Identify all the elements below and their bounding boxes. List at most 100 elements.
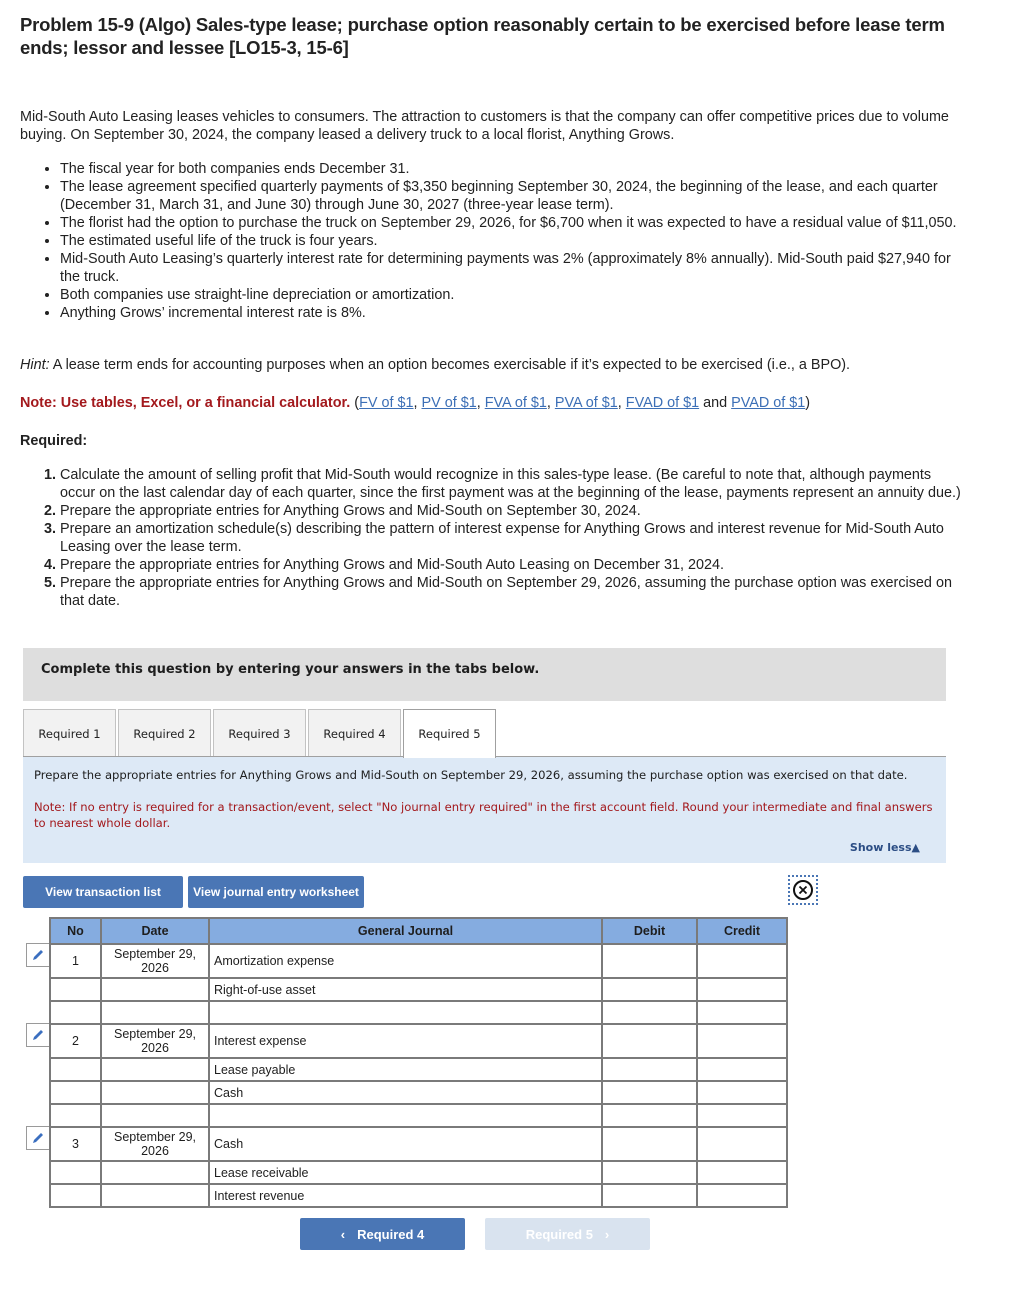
table-row: 1 September 29, 2026 Amortization expens… <box>49 943 788 979</box>
view-journal-worksheet-button[interactable]: View journal entry worksheet <box>188 876 364 908</box>
col-date-header: Date <box>100 917 210 945</box>
entry-number <box>49 1000 102 1025</box>
link-pv[interactable]: PV of $1 <box>422 395 477 411</box>
account-field[interactable] <box>208 1000 603 1025</box>
col-credit-header: Credit <box>696 917 788 945</box>
entry-number <box>49 977 102 1002</box>
prev-required-button[interactable]: ‹ Required 4 <box>300 1218 465 1250</box>
pencil-icon <box>33 1030 43 1040</box>
entry-number: 1 <box>49 943 102 979</box>
entry-date <box>100 1160 210 1185</box>
debit-field[interactable] <box>601 1183 698 1208</box>
instructions-text: Prepare the appropriate entries for Anyt… <box>34 768 908 782</box>
clear-entries-button[interactable] <box>788 875 818 905</box>
circle-x-icon <box>793 880 813 900</box>
link-fva[interactable]: FVA of $1 <box>485 395 547 411</box>
debit-field[interactable] <box>601 1023 698 1059</box>
facts-list: The fiscal year for both companies ends … <box>20 160 970 322</box>
debit-field[interactable] <box>601 1000 698 1025</box>
account-field[interactable]: Right-of-use asset <box>208 977 603 1002</box>
debit-field[interactable] <box>601 1103 698 1128</box>
tab-required-2[interactable]: Required 2 <box>118 709 211 757</box>
account-field[interactable]: Interest expense <box>208 1023 603 1059</box>
show-less-link[interactable]: Show less▲ <box>850 841 920 854</box>
entry-date <box>100 1183 210 1208</box>
entry-date <box>100 1000 210 1025</box>
pencil-icon <box>33 950 43 960</box>
account-field[interactable]: Cash <box>208 1126 603 1162</box>
debit-field[interactable] <box>601 977 698 1002</box>
table-row: Lease payable <box>49 1057 788 1082</box>
fact-item: The lease agreement specified quarterly … <box>60 178 970 214</box>
link-fv[interactable]: FV of $1 <box>359 395 413 411</box>
fact-item: Both companies use straight-line depreci… <box>60 286 970 304</box>
chevron-right-icon: › <box>604 1226 610 1242</box>
instructions-note: Note: If no entry is required for a tran… <box>34 800 933 830</box>
credit-field[interactable] <box>696 1160 788 1185</box>
account-field[interactable]: Lease payable <box>208 1057 603 1082</box>
edit-entry-2-button[interactable] <box>26 1023 50 1047</box>
edit-entry-1-button[interactable] <box>26 943 50 967</box>
account-field[interactable]: Amortization expense <box>208 943 603 979</box>
requirement-item: Prepare the appropriate entries for Anyt… <box>60 574 970 610</box>
question-banner: Complete this question by entering your … <box>23 648 946 701</box>
entry-number <box>49 1057 102 1082</box>
tab-required-3[interactable]: Required 3 <box>213 709 306 757</box>
edit-entry-3-button[interactable] <box>26 1126 50 1150</box>
credit-field[interactable] <box>696 1103 788 1128</box>
tab-required-4[interactable]: Required 4 <box>308 709 401 757</box>
credit-field[interactable] <box>696 943 788 979</box>
col-debit-header: Debit <box>601 917 698 945</box>
table-header-row: No Date General Journal Debit Credit <box>49 917 788 945</box>
hint: Hint: A lease term ends for accounting p… <box>20 356 980 374</box>
entry-number <box>49 1183 102 1208</box>
required-heading: Required: <box>20 433 88 449</box>
link-fvad[interactable]: FVAD of $1 <box>626 395 699 411</box>
hint-label: Hint: <box>20 357 50 373</box>
debit-field[interactable] <box>601 1126 698 1162</box>
credit-field[interactable] <box>696 1000 788 1025</box>
question-banner-text: Complete this question by entering your … <box>41 662 540 677</box>
account-field[interactable]: Lease receivable <box>208 1160 603 1185</box>
tab-required-1[interactable]: Required 1 <box>23 709 116 757</box>
table-row: Lease receivable <box>49 1160 788 1185</box>
credit-field[interactable] <box>696 1126 788 1162</box>
table-row: Right-of-use asset <box>49 977 788 1002</box>
triangle-up-icon: ▲ <box>911 841 920 854</box>
table-row <box>49 1103 788 1128</box>
link-pvad[interactable]: PVAD of $1 <box>731 395 805 411</box>
next-required-label: Required 5 <box>525 1226 593 1242</box>
credit-field[interactable] <box>696 1183 788 1208</box>
link-pva[interactable]: PVA of $1 <box>555 395 618 411</box>
entry-number <box>49 1160 102 1185</box>
entry-date: September 29, 2026 <box>100 943 210 979</box>
requirements-list: Calculate the amount of selling profit t… <box>20 466 970 610</box>
tab-required-5[interactable]: Required 5 <box>403 709 496 758</box>
credit-field[interactable] <box>696 977 788 1002</box>
debit-field[interactable] <box>601 1080 698 1105</box>
fact-item: Mid-South Auto Leasing’s quarterly inter… <box>60 250 970 286</box>
col-account-header: General Journal <box>208 917 603 945</box>
entry-number: 2 <box>49 1023 102 1059</box>
debit-field[interactable] <box>601 943 698 979</box>
requirement-item: Prepare an amortization schedule(s) desc… <box>60 520 970 556</box>
prev-required-label: Required 4 <box>357 1226 425 1242</box>
requirement-item: Calculate the amount of selling profit t… <box>60 466 970 502</box>
account-field[interactable]: Cash <box>208 1080 603 1105</box>
account-field[interactable]: Interest revenue <box>208 1183 603 1208</box>
credit-field[interactable] <box>696 1080 788 1105</box>
credit-field[interactable] <box>696 1057 788 1082</box>
table-row: 2 September 29, 2026 Interest expense <box>49 1023 788 1059</box>
table-row: Interest revenue <box>49 1183 788 1208</box>
chevron-left-icon: ‹ <box>340 1226 346 1242</box>
hint-text: A lease term ends for accounting purpose… <box>49 357 851 373</box>
debit-field[interactable] <box>601 1057 698 1082</box>
entry-number <box>49 1080 102 1105</box>
next-required-button[interactable]: Required 5 › <box>485 1218 650 1250</box>
debit-field[interactable] <box>601 1160 698 1185</box>
col-no-header: No <box>49 917 102 945</box>
view-transaction-list-button[interactable]: View transaction list <box>23 876 183 908</box>
instructions-panel: Prepare the appropriate entries for Anyt… <box>23 757 946 863</box>
credit-field[interactable] <box>696 1023 788 1059</box>
account-field[interactable] <box>208 1103 603 1128</box>
